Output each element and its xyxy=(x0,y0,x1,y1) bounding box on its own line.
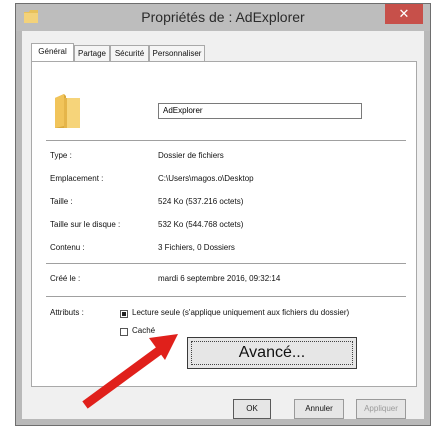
red-arrow-icon xyxy=(82,334,178,409)
